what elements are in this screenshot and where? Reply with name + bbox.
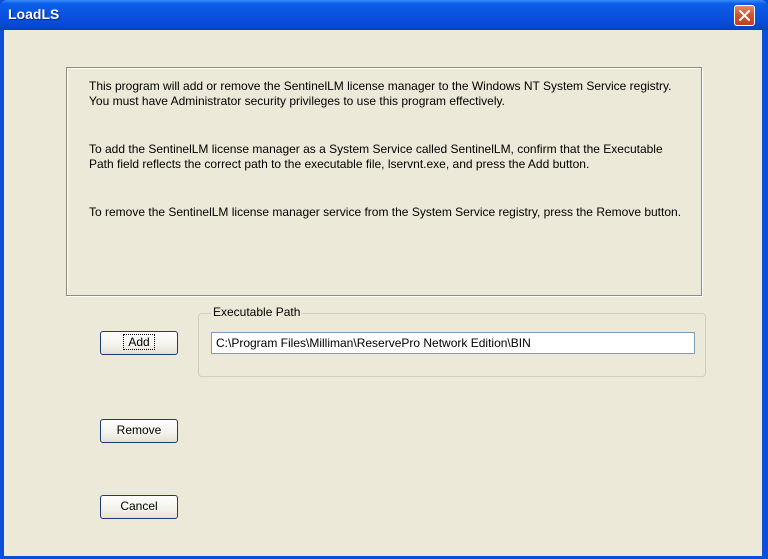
cancel-button-label: Cancel	[120, 499, 158, 513]
close-button[interactable]	[734, 5, 755, 26]
remove-button-label: Remove	[116, 423, 162, 437]
loadls-window: LoadLS This program will add or remove t…	[0, 0, 768, 559]
info-paragraph-3: To remove the SentinelLM license manager…	[89, 205, 682, 219]
executable-path-label: Executable Path	[211, 305, 303, 319]
executable-path-input[interactable]	[211, 332, 695, 354]
add-button[interactable]: Add	[100, 331, 178, 355]
info-paragraph-1: This program will add or remove the Sent…	[89, 79, 672, 108]
add-button-label: Add	[123, 334, 155, 350]
info-paragraph-2: To add the SentinelLM license manager as…	[89, 142, 663, 171]
remove-button[interactable]: Remove	[100, 419, 178, 443]
info-panel: This program will add or remove the Sent…	[66, 67, 702, 296]
close-icon	[739, 10, 750, 21]
dialog-client-area: This program will add or remove the Sent…	[4, 30, 762, 556]
window-title: LoadLS	[8, 6, 60, 22]
executable-path-group: Executable Path	[198, 305, 706, 377]
cancel-button[interactable]: Cancel	[100, 495, 178, 519]
title-bar[interactable]: LoadLS	[0, 0, 768, 30]
